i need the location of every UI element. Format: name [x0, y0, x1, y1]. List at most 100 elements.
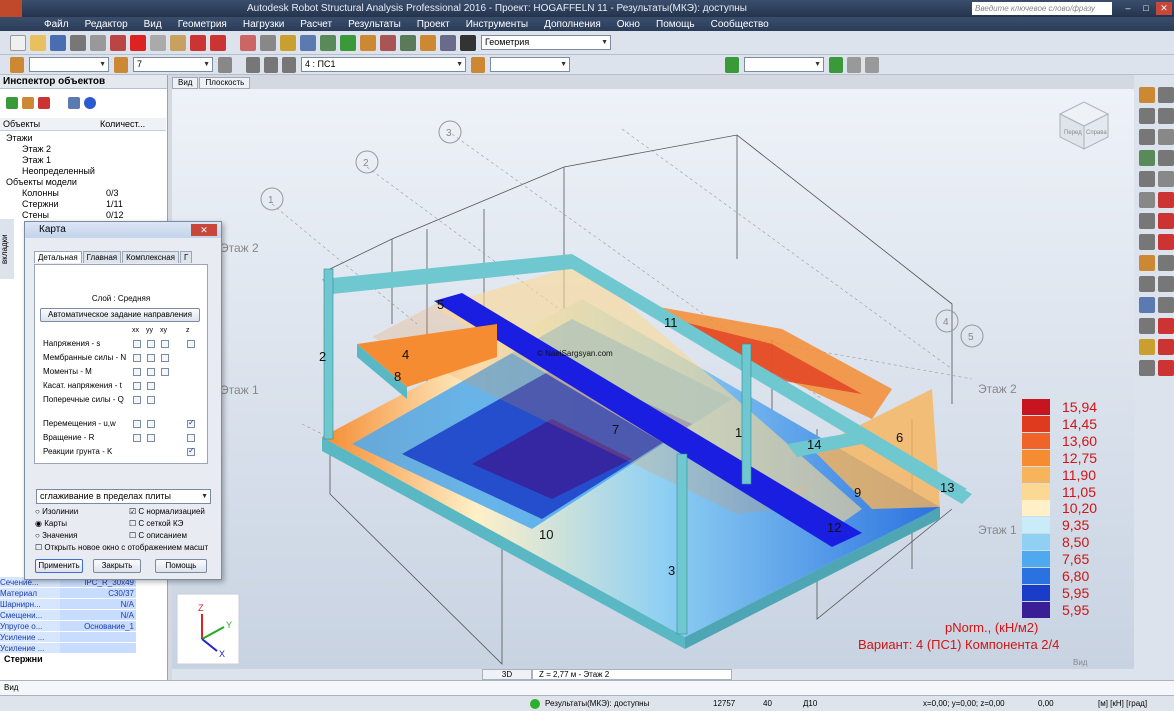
tree-filter-icon[interactable] [6, 97, 18, 109]
tab-more[interactable]: Г [179, 251, 193, 263]
column-definition-icon[interactable] [1139, 108, 1155, 124]
component-checkbox[interactable] [187, 434, 195, 442]
filter-select[interactable] [744, 57, 824, 72]
frame-icon[interactable] [1158, 276, 1174, 292]
screen-capture-icon[interactable] [110, 34, 126, 51]
component-checkbox[interactable] [187, 418, 195, 428]
property-row[interactable]: Усиление ... [0, 632, 150, 643]
trim-icon[interactable] [1158, 234, 1174, 250]
rotate-icon[interactable] [1158, 87, 1174, 103]
property-value[interactable]: C30/37 [60, 588, 136, 598]
material-icon[interactable] [1139, 234, 1155, 250]
layout-icon[interactable] [460, 34, 476, 51]
bar-definition-icon[interactable] [1139, 87, 1155, 103]
beam-definition-icon[interactable] [1139, 129, 1155, 145]
tree-item[interactable]: Стены 0/12 [0, 210, 166, 221]
menu-item-5[interactable]: Расчет [292, 19, 340, 30]
menu-item-10[interactable]: Окно [609, 19, 648, 30]
auto-direction-button[interactable]: Автоматическое задание направления [40, 308, 200, 322]
filter-apply-icon[interactable] [829, 56, 843, 73]
smoothing-select[interactable]: сглаживание в пределах плиты [36, 489, 211, 504]
calculator-icon[interactable] [240, 34, 256, 51]
component-checkbox[interactable] [133, 382, 141, 390]
structure-icon[interactable] [320, 34, 336, 51]
view-mode-3d[interactable]: 3D [482, 669, 532, 680]
menu-item-4[interactable]: Нагрузки [235, 19, 292, 30]
translate-icon[interactable] [1158, 108, 1174, 124]
open-file-icon[interactable] [30, 34, 46, 51]
level-select[interactable]: 7 [133, 57, 213, 72]
stair-icon[interactable] [1158, 255, 1174, 271]
case-edit-icon[interactable] [264, 56, 278, 73]
mirror-icon[interactable] [1158, 129, 1174, 145]
level-icon[interactable] [218, 56, 232, 73]
menu-item-0[interactable]: Файл [36, 19, 77, 30]
find-icon[interactable] [68, 97, 80, 109]
layout-select[interactable]: Геометрия [481, 35, 611, 50]
undo-icon[interactable] [190, 34, 206, 51]
component-checkbox[interactable] [147, 368, 155, 376]
slab-definition-icon[interactable] [1139, 192, 1155, 208]
check-fe-grid[interactable]: ☐ С сеткой КЭ [129, 519, 183, 528]
load-definition-icon[interactable] [1139, 339, 1155, 355]
diagram-icon[interactable] [380, 34, 396, 51]
menu-item-6[interactable]: Результаты [340, 19, 409, 30]
cut-icon[interactable] [130, 34, 146, 51]
property-value[interactable]: N/A [60, 610, 136, 620]
component-checkbox[interactable] [147, 382, 155, 390]
apply-button[interactable]: Применить [35, 559, 83, 573]
tree-item[interactable]: Стержни 1/11 [0, 199, 166, 210]
save-icon[interactable] [50, 34, 66, 51]
property-value[interactable]: N/A [60, 599, 136, 609]
menu-item-8[interactable]: Инструменты [458, 19, 536, 30]
bar-icon[interactable] [114, 56, 128, 73]
help-button[interactable]: Помощь [155, 559, 207, 573]
component-checkbox[interactable] [133, 420, 141, 428]
help-icon[interactable] [84, 97, 96, 109]
section-icon[interactable] [1139, 213, 1155, 229]
component-checkbox[interactable] [161, 354, 169, 362]
component-checkbox[interactable] [161, 368, 169, 376]
3d-viewport[interactable]: 2 3 4 5 6 7 8 9 10 11 12 13 14 1 1 2 3 4… [172, 89, 1134, 669]
menu-item-3[interactable]: Геометрия [170, 19, 235, 30]
component-checkbox[interactable] [147, 354, 155, 362]
result-table-icon[interactable] [1158, 360, 1174, 376]
release-icon[interactable] [1139, 276, 1155, 292]
check-description[interactable]: ☐ С описанием [129, 531, 187, 540]
menu-item-11[interactable]: Помощь [648, 19, 703, 30]
tools-icon[interactable] [420, 34, 436, 51]
support-icon[interactable] [340, 34, 356, 51]
mesh-icon[interactable] [1139, 318, 1155, 334]
tab-main[interactable]: Главная [82, 251, 122, 263]
node-select[interactable] [29, 57, 109, 72]
radio-values[interactable]: ○ Значения [35, 531, 77, 540]
copy-icon[interactable] [150, 34, 166, 51]
property-value[interactable]: Основание_1 [60, 621, 136, 631]
print-icon[interactable] [70, 34, 86, 51]
check-new-window[interactable]: ☐ Открыть новое окно с отображением масш… [35, 543, 208, 552]
menu-item-1[interactable]: Редактор [77, 19, 136, 30]
tree-item[interactable]: Неопределенный [0, 166, 166, 177]
offset-icon[interactable] [1139, 297, 1155, 313]
tree-item[interactable]: Этаж 2 [0, 144, 166, 155]
design-icon[interactable] [400, 34, 416, 51]
lock-icon[interactable] [280, 34, 296, 51]
current-level[interactable]: Z = 2,77 м - Этаж 2 [532, 669, 732, 680]
radio-maps[interactable]: ◉ Карты [35, 519, 67, 528]
tab-view[interactable]: Вид [172, 77, 199, 89]
component-checkbox[interactable] [133, 434, 141, 442]
app-logo-icon[interactable] [0, 0, 22, 17]
help-search-input[interactable]: Введите ключевое слово/фразу [972, 2, 1112, 15]
menu-item-2[interactable]: Вид [136, 19, 170, 30]
filter-options-icon[interactable] [865, 56, 879, 73]
menu-item-9[interactable]: Дополнения [536, 19, 609, 30]
minimize-button[interactable]: – [1120, 2, 1136, 15]
property-row[interactable]: Материал C30/37 [0, 588, 150, 599]
node-icon[interactable] [10, 56, 24, 73]
filter-clear-icon[interactable] [847, 56, 861, 73]
loads-icon[interactable] [360, 34, 376, 51]
divide-icon[interactable] [1158, 171, 1174, 187]
tab-complex[interactable]: Комплексная [122, 251, 179, 263]
clear-filter-icon[interactable] [38, 97, 50, 109]
intersect-icon[interactable] [1158, 192, 1174, 208]
